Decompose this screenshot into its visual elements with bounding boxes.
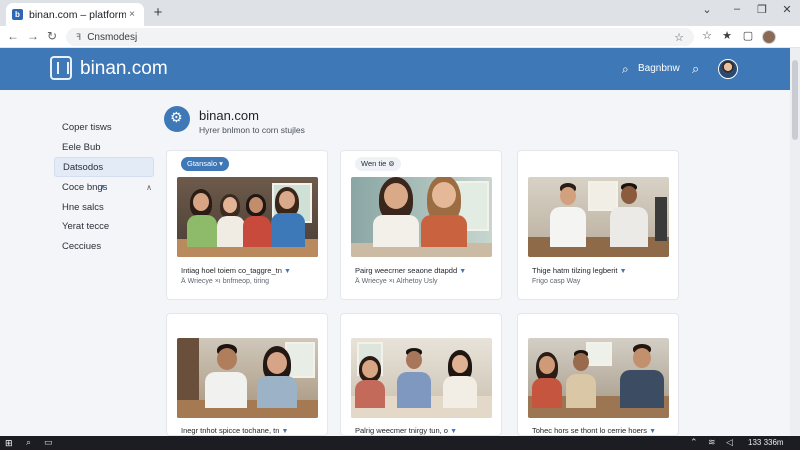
sidebar-item-label: Datsodos xyxy=(63,162,104,173)
card-title[interactable]: Intiag hoel toiem co_taggre_tn ▼ xyxy=(181,266,291,275)
header-search-icon[interactable]: ⌕ xyxy=(622,62,629,77)
card-badge[interactable]: Wen tie ⊚ xyxy=(355,157,401,171)
card-0[interactable]: Gtansalo ▾ Intiag hoel toiem co_taggre_t… xyxy=(166,150,328,300)
site-logo-icon[interactable] xyxy=(50,56,72,80)
card-1[interactable]: Wen tie ⊚ Pairg weecrner seaone dtapdd ▼… xyxy=(340,150,502,300)
restore-icon[interactable]: ❐ xyxy=(755,3,769,16)
sidebar-item-label: Cecciues xyxy=(62,241,102,252)
site-header: binan.com ⌕ Bagnbnw ⌕ xyxy=(0,48,790,90)
sidebar-item-6[interactable]: Cecciues xyxy=(54,237,154,257)
card-meta: Ä Wriecye ×ı bnfmeop, tiring xyxy=(181,278,269,285)
card-photo[interactable] xyxy=(351,338,492,418)
tab-search-chevron-icon[interactable]: ⌄ xyxy=(700,3,714,16)
sidebar-item-5[interactable]: Yerat tecce xyxy=(54,217,154,237)
card-title-text: Pairg weecrner seaone dtapdd xyxy=(355,266,458,275)
search-icon[interactable]: ⌕ xyxy=(692,61,699,77)
card-title-text: Tohec hors se thont lo cerrie hoers xyxy=(532,426,648,435)
card-title[interactable]: Inegr tnhot spicce tochane, tn ▼ xyxy=(181,426,288,435)
user-avatar[interactable] xyxy=(718,59,738,79)
card-title-text: Thige hatm tilzing legberit xyxy=(532,266,618,275)
card-2[interactable]: Thige hatm tilzing legberit ▼ Frigo casp… xyxy=(517,150,679,300)
new-tab-button[interactable]: + xyxy=(150,4,166,21)
sidebar-item-2[interactable]: Datsodos xyxy=(54,157,154,177)
tab-close-icon[interactable]: × xyxy=(126,9,138,20)
card-3[interactable]: Inegr tnhot spicce tochane, tn ▼ xyxy=(166,313,328,436)
browser-profile-avatar[interactable] xyxy=(762,30,776,44)
forward-arrow-icon[interactable]: → xyxy=(26,29,40,43)
sidebar-panel-icon[interactable]: ▢ xyxy=(741,29,755,42)
camera-icon: ⊚ xyxy=(388,159,395,168)
site-favicon-icon: b xyxy=(12,9,23,20)
address-bar[interactable]: ꟻ Cnsmodesj ☆ xyxy=(66,28,694,46)
favorites-icon[interactable]: ★ xyxy=(720,29,734,42)
card-title-text: Inegr tnhot spicce tochane, tn xyxy=(181,426,280,435)
chevron-up-icon[interactable]: ∧ xyxy=(146,178,152,198)
card-photo[interactable] xyxy=(528,338,669,418)
card-photo[interactable] xyxy=(177,338,318,418)
caret-down-icon: ▼ xyxy=(450,428,457,435)
minimize-icon[interactable]: – xyxy=(730,3,744,15)
sidebar-item-label: Eele Bub xyxy=(62,142,101,153)
browser-tab-bar: b binan.com – platform × + ⌄ – ❐ ✕ xyxy=(0,0,800,26)
caret-down-icon: ▼ xyxy=(284,268,291,275)
sidebar-item-label: Coper tisws xyxy=(62,122,112,133)
card-title[interactable]: Palrig weecmer tnirgy tun, o ▼ xyxy=(355,426,457,435)
card-title[interactable]: Thige hatm tilzing legberit ▼ xyxy=(532,266,627,275)
extensions-star-icon[interactable]: ☆ xyxy=(700,29,714,42)
browser-toolbar: ← → ↻ ꟻ Cnsmodesj ☆ ☆ ★ ▢ xyxy=(0,26,800,48)
site-logo-text[interactable]: binan.com xyxy=(80,58,168,80)
task-view-icon[interactable]: ▭ xyxy=(44,437,53,448)
reload-icon[interactable]: ↻ xyxy=(45,29,59,43)
page-subtitle: Hyrer bnlmon to corn stujles xyxy=(199,125,305,135)
address-text: Cnsmodesj xyxy=(87,31,138,43)
card-badge-label: Gtansalo xyxy=(187,159,218,168)
caret-down-icon: ▼ xyxy=(281,428,289,435)
site-info-icon[interactable]: ꟻ xyxy=(76,32,81,43)
sidebar-item-1[interactable]: Eele Bub xyxy=(54,138,154,158)
browser-tab[interactable]: b binan.com – platform × xyxy=(6,3,144,26)
page-scrollbar[interactable] xyxy=(790,48,800,436)
sidebar-item-label: Hne salcs xyxy=(62,202,104,213)
network-icon[interactable]: ≋ xyxy=(708,437,716,448)
caret-down-icon: ▼ xyxy=(459,268,467,275)
bookmark-star-icon[interactable]: ☆ xyxy=(674,31,684,44)
volume-icon[interactable]: ◁ xyxy=(726,437,733,448)
card-title[interactable]: Pairg weecrner seaone dtapdd ▼ xyxy=(355,266,466,275)
card-photo[interactable] xyxy=(528,177,669,257)
windows-start-icon[interactable]: ⊞ xyxy=(5,438,13,449)
card-title-text: Intiag hoel toiem co_taggre_tn xyxy=(181,266,282,275)
card-5[interactable]: Tohec hors se thont lo cerrie hoers ▼ xyxy=(517,313,679,436)
page-logo-icon xyxy=(164,106,190,132)
card-4[interactable]: Palrig weecmer tnirgy tun, o ▼ xyxy=(340,313,502,436)
sidebar-item-0[interactable]: Coper tisws xyxy=(54,118,154,138)
sidebar-item-3[interactable]: Coce bngs ▼ ∧ xyxy=(54,178,154,198)
card-badge-label: Wen tie xyxy=(361,159,387,168)
card-title-text: Palrig weecmer tnirgy tun, o xyxy=(355,426,448,435)
taskbar-clock[interactable]: 133 336m xyxy=(748,438,784,447)
card-meta: Ä Wriecye ×ı Alrhetoy Usly xyxy=(355,278,438,285)
card-meta: Frigo casp Way xyxy=(532,278,581,285)
caret-down-icon: ▾ xyxy=(219,159,223,168)
card-title[interactable]: Tohec hors se thont lo cerrie hoers ▼ xyxy=(532,426,656,435)
caret-down-icon: ▼ xyxy=(619,268,627,275)
card-badge[interactable]: Gtansalo ▾ xyxy=(181,157,229,171)
scrollbar-thumb[interactable] xyxy=(792,60,798,140)
card-photo[interactable] xyxy=(351,177,492,257)
search-icon[interactable]: ⌕ xyxy=(26,437,31,448)
caret-down-icon: ▼ xyxy=(99,184,106,191)
sidebar-item-4[interactable]: Hne salcs xyxy=(54,198,154,218)
os-taskbar: ⊞ ⌕ ▭ ⌃ ≋ ◁ 133 336m xyxy=(0,436,800,450)
tab-title: binan.com – platform xyxy=(29,8,126,21)
tray-chevron-icon[interactable]: ⌃ xyxy=(690,437,698,448)
page-title: binan.com xyxy=(199,108,259,123)
back-arrow-icon[interactable]: ← xyxy=(6,29,20,43)
card-photo[interactable] xyxy=(177,177,318,257)
sidebar-item-label: Yerat tecce xyxy=(62,221,110,232)
caret-down-icon: ▼ xyxy=(649,428,657,435)
header-link[interactable]: Bagnbnw xyxy=(638,63,680,74)
window-close-icon[interactable]: ✕ xyxy=(780,3,794,16)
